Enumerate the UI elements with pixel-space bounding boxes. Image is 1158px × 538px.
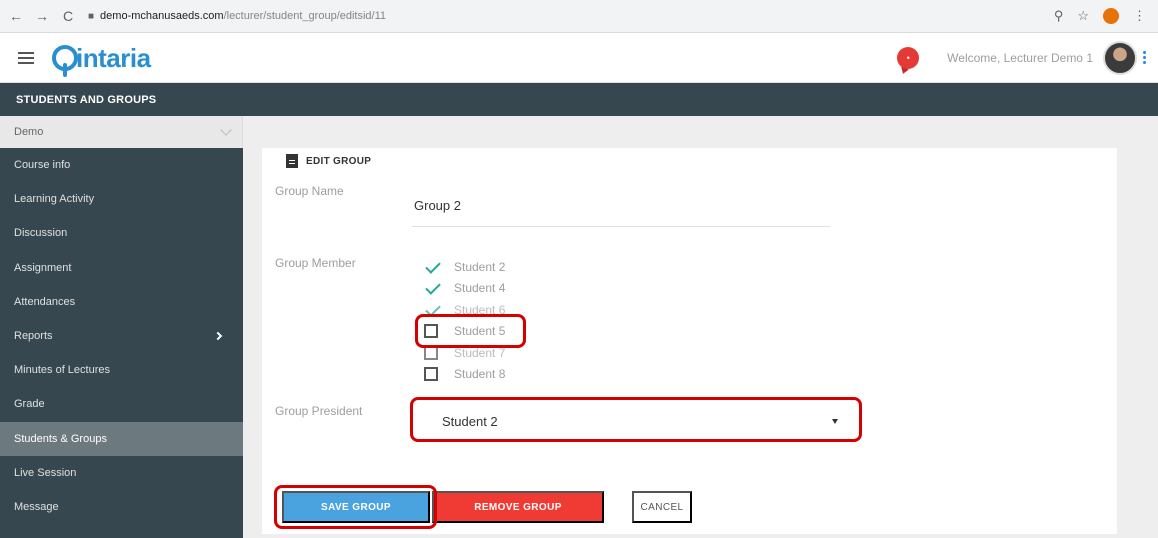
sidebar-item-label: Course info: [14, 159, 71, 172]
translate-icon[interactable]: ⚲: [1054, 8, 1064, 24]
bookmark-star-icon[interactable]: ☆: [1077, 8, 1089, 24]
sidebar-item-label: Minutes of Lectures: [14, 364, 110, 377]
sidebar-item-course-info[interactable]: Course info: [0, 148, 243, 182]
avatar[interactable]: [1103, 40, 1137, 75]
sidebar-item-discussion[interactable]: Discussion: [0, 216, 243, 250]
sidebar-item-label: Grade: [14, 398, 45, 411]
logo-mark-icon: [52, 44, 78, 77]
url-domain: demo-mchanusaeds.com: [100, 10, 224, 22]
member-item[interactable]: Student 8: [424, 364, 505, 386]
member-name: Student 4: [454, 281, 506, 296]
back-icon[interactable]: ←: [6, 6, 26, 26]
logo-text: intaria: [76, 42, 151, 73]
chevron-down-icon: [220, 124, 232, 136]
welcome-text: Welcome, Lecturer Demo 1: [947, 50, 1093, 65]
highlight-president-select: [410, 397, 862, 442]
group-president-label: Group President: [275, 404, 363, 418]
card-title-text: EDIT GROUP: [306, 155, 372, 167]
sidebar-item-label: Live Session: [14, 466, 77, 479]
card-title: EDIT GROUP: [286, 154, 371, 168]
logo[interactable]: intaria: [52, 42, 151, 77]
sidebar-item-grade[interactable]: Grade: [0, 387, 243, 421]
course-select[interactable]: Demo: [0, 116, 243, 148]
chevron-right-icon: [213, 331, 223, 341]
sidebar-item-assignment[interactable]: Assignment: [0, 251, 243, 285]
member-name: Student 2: [454, 259, 506, 274]
sidebar-item-students-groups[interactable]: Students & Groups: [0, 421, 243, 456]
highlight-save-button: [274, 485, 437, 529]
extension-icon[interactable]: [1103, 8, 1119, 24]
user-menu-icon[interactable]: [1143, 51, 1146, 64]
course-select-value: Demo: [14, 126, 44, 138]
sidebar-item-label: Attendances: [14, 295, 76, 308]
checkbox[interactable]: [424, 367, 438, 382]
sidebar-item-reports[interactable]: Reports: [0, 319, 243, 353]
address-bar[interactable]: ■ demo-mchanusaeds.com /lecturer/student…: [88, 5, 608, 27]
notification-icon[interactable]: •: [897, 46, 920, 69]
main-content: EDIT GROUP Group Name Group 2 Group Memb…: [243, 148, 1158, 538]
browser-toolbar: ← → C ■ demo-mchanusaeds.com /lecturer/s…: [0, 0, 1158, 33]
browser-menu-icon[interactable]: ⋮: [1133, 8, 1146, 24]
cancel-button[interactable]: CANCEL: [632, 491, 692, 523]
member-item[interactable]: Student 2: [424, 256, 505, 278]
group-name-label: Group Name: [275, 184, 344, 198]
url-path: /lecturer/student_group/editsid/11: [223, 10, 387, 22]
group-name-input[interactable]: Group 2: [414, 198, 461, 213]
sidebar-item-label: Discussion: [14, 227, 68, 240]
checkmark-icon[interactable]: [424, 280, 440, 296]
sidebar-item-label: Assignment: [14, 261, 72, 274]
app-header: intaria • Welcome, Lecturer Demo 1: [0, 33, 1158, 83]
sidebar-item-attendances[interactable]: Attendances: [0, 285, 243, 319]
checkmark-icon[interactable]: [424, 259, 440, 275]
sidebar-item-label: Reports: [14, 330, 53, 343]
section-title: STUDENTS AND GROUPS: [0, 83, 1158, 116]
sidebar-item-minutes-of-lectures[interactable]: Minutes of Lectures: [0, 353, 243, 387]
highlight-student-5: [415, 314, 526, 348]
reload-icon[interactable]: C: [58, 6, 78, 26]
hamburger-menu-icon[interactable]: [18, 51, 34, 64]
lock-icon: ■: [88, 10, 95, 22]
member-name: Student 8: [454, 367, 506, 382]
course-row: Demo: [0, 116, 1158, 148]
group-member-label: Group Member: [275, 256, 356, 270]
sidebar-item-live-session[interactable]: Live Session: [0, 456, 243, 490]
sidebar-item-label: Learning Activity: [14, 193, 95, 206]
sidebar-item-message[interactable]: Message: [0, 490, 243, 524]
sidebar: Course info Learning Activity Discussion…: [0, 148, 243, 538]
sidebar-item-label: Message: [14, 500, 59, 513]
document-icon: [286, 154, 298, 168]
group-name-underline: [412, 226, 830, 227]
member-item[interactable]: Student 4: [424, 278, 505, 300]
forward-icon[interactable]: →: [32, 6, 52, 26]
scrollbar[interactable]: [1119, 148, 1155, 538]
edit-group-card: EDIT GROUP Group Name Group 2 Group Memb…: [262, 148, 1117, 534]
remove-group-button[interactable]: REMOVE GROUP: [432, 491, 604, 523]
sidebar-item-label: Students & Groups: [14, 432, 107, 445]
sidebar-item-learning-activity[interactable]: Learning Activity: [0, 182, 243, 216]
